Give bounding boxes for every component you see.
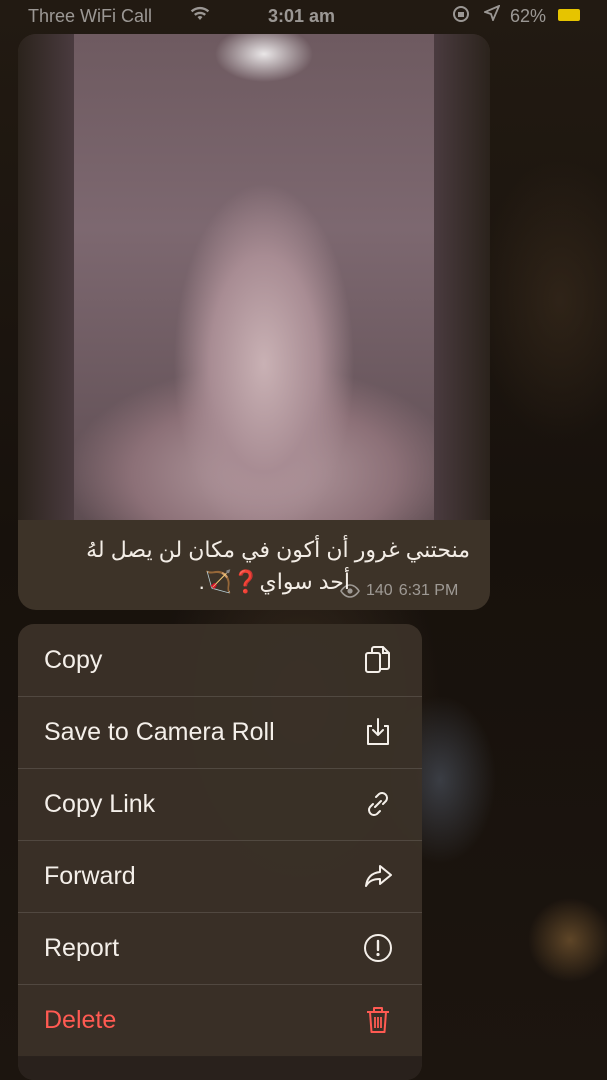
photo-blur-edge-right xyxy=(434,34,490,520)
photo-blur-edge-left xyxy=(18,34,74,520)
copy-icon xyxy=(362,644,394,676)
orientation-lock-icon xyxy=(452,5,470,28)
report-icon xyxy=(362,932,394,964)
menu-item-report[interactable]: Report xyxy=(18,912,422,985)
menu-item-label: Copy xyxy=(44,646,103,674)
clock-time: 3:01 am xyxy=(268,6,336,26)
message-photo[interactable] xyxy=(18,34,490,520)
carrier-name: Three WiFi Call xyxy=(28,6,153,26)
battery-icon xyxy=(558,9,580,21)
menu-item-label: Report xyxy=(44,934,120,962)
view-count: 140 xyxy=(366,582,393,599)
menu-item-save-to-camera-roll[interactable]: Save to Camera Roll xyxy=(18,696,422,769)
eye-icon xyxy=(340,584,360,598)
menu-item-label: Delete xyxy=(44,1006,117,1034)
message-time: 6:31 PM xyxy=(398,582,459,599)
location-icon xyxy=(482,4,501,26)
download-icon xyxy=(362,716,394,748)
caption-line-1: منحتني غرور أن أكون في مكان لن يصل لهُ xyxy=(86,537,470,562)
menu-item-label: Forward xyxy=(44,862,136,890)
link-icon xyxy=(362,788,394,820)
menu-item-label: Save to Camera Roll xyxy=(44,718,275,746)
menu-item-delete[interactable]: Delete xyxy=(18,984,422,1057)
message-bubble[interactable]: منحتني غرور أن أكون في مكان لن يصل لهُ أ… xyxy=(18,34,490,610)
forward-icon xyxy=(362,860,394,892)
menu-footer xyxy=(18,1056,422,1080)
trash-icon xyxy=(362,1004,394,1036)
wifi-icon xyxy=(190,6,210,27)
menu-item-copy-link[interactable]: Copy Link xyxy=(18,768,422,841)
menu-item-label: Copy Link xyxy=(44,790,156,818)
message-meta: 140 6:31 PM xyxy=(340,581,458,601)
menu-item-forward[interactable]: Forward xyxy=(18,840,422,913)
battery-percent: 62% xyxy=(510,6,547,26)
context-menu: Copy Save to Camera Roll Copy Link Forwa… xyxy=(18,624,422,1080)
status-bar: Three WiFi Call 3:01 am 62% xyxy=(0,0,607,34)
menu-item-copy[interactable]: Copy xyxy=(18,624,422,697)
